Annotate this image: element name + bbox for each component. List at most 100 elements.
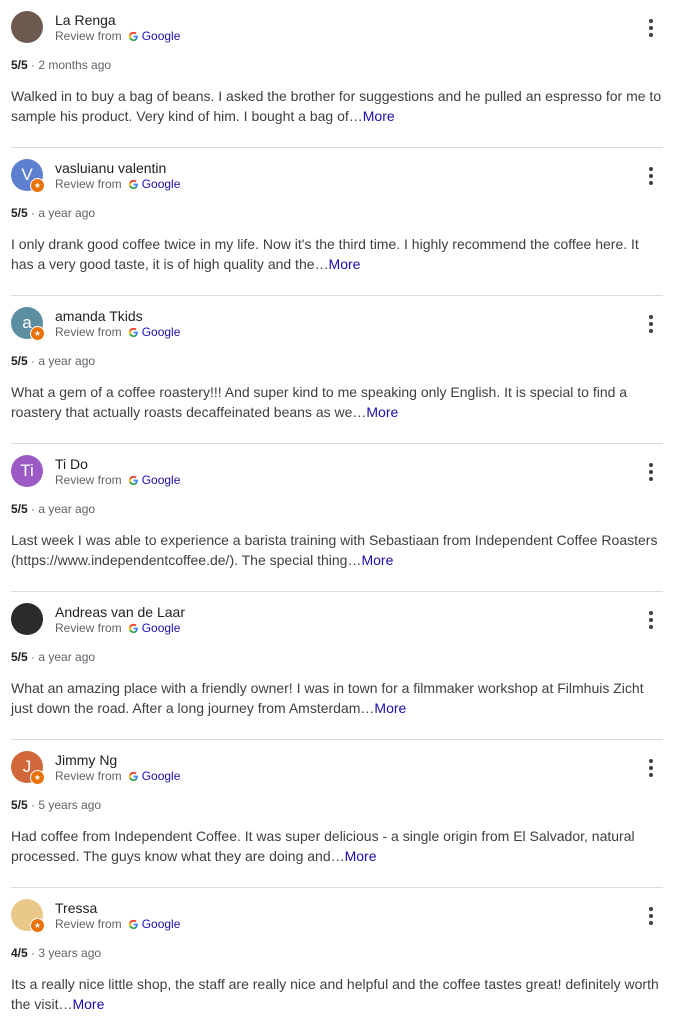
- local-guide-badge-icon: ★: [30, 918, 45, 933]
- review-source-brand[interactable]: Google: [142, 325, 181, 339]
- reviewer-name[interactable]: amanda Tkids: [55, 308, 143, 324]
- review-source-brand[interactable]: Google: [142, 29, 181, 43]
- review-source-label: Review from: [55, 325, 122, 339]
- more-options-icon[interactable]: [641, 17, 661, 39]
- review-card: Andreas van de Laar Review from Google 5/5 …: [11, 592, 663, 740]
- review-more-link[interactable]: More: [329, 256, 361, 272]
- review-source: Review from Google: [55, 621, 180, 635]
- more-options-icon[interactable]: [641, 757, 661, 779]
- meta-separator: ·: [27, 946, 39, 960]
- review-rating: 5/5: [11, 206, 28, 220]
- more-options-icon[interactable]: [641, 461, 661, 483]
- review-time: a year ago: [38, 354, 96, 368]
- review-source: Review from Google: [55, 917, 180, 931]
- reviewer-avatar[interactable]: ★: [11, 899, 45, 933]
- more-options-icon[interactable]: [641, 313, 661, 335]
- reviewer-avatar[interactable]: [11, 11, 43, 43]
- meta-separator: ·: [27, 502, 39, 516]
- review-source: Review from Google: [55, 769, 180, 783]
- reviewer-avatar[interactable]: V ★: [11, 159, 45, 193]
- review-text-body: What a gem of a coffee roastery!!! And s…: [11, 384, 628, 420]
- avatar-circle: [11, 603, 43, 635]
- reviewer-name[interactable]: Andreas van de Laar: [55, 604, 185, 620]
- review-time: a year ago: [38, 206, 96, 220]
- google-g-icon: [128, 31, 138, 41]
- review-more-link[interactable]: More: [366, 404, 398, 420]
- review-more-link[interactable]: More: [374, 700, 406, 716]
- avatar-circle: Ti: [11, 455, 43, 487]
- review-source-label: Review from: [55, 769, 122, 783]
- review-meta: 4/5 · 3 years ago: [11, 946, 101, 960]
- review-more-link[interactable]: More: [72, 996, 104, 1012]
- review-rating: 4/5: [11, 946, 28, 960]
- more-options-icon[interactable]: [641, 905, 661, 927]
- reviewer-avatar[interactable]: Ti: [11, 455, 43, 487]
- review-source-brand[interactable]: Google: [142, 177, 181, 191]
- review-source-label: Review from: [55, 621, 122, 635]
- review-rating: 5/5: [11, 650, 28, 664]
- review-text: I only drank good coffee twice in my lif…: [11, 234, 663, 274]
- review-source-brand[interactable]: Google: [142, 473, 181, 487]
- reviewer-name[interactable]: vasluianu valentin: [55, 160, 166, 176]
- google-g-icon: [128, 771, 138, 781]
- more-options-icon[interactable]: [641, 609, 661, 631]
- review-card: a ★ amanda Tkids Review from Google 5/5 · a y…: [11, 296, 663, 444]
- review-source-brand[interactable]: Google: [142, 769, 181, 783]
- review-rating: 5/5: [11, 354, 28, 368]
- review-card: La Renga Review from Google 5/5 · 2 months …: [11, 0, 663, 148]
- review-source: Review from Google: [55, 325, 180, 339]
- review-time: a year ago: [38, 650, 96, 664]
- meta-separator: ·: [27, 798, 39, 812]
- more-options-icon[interactable]: [641, 165, 661, 187]
- review-text: What an amazing place with a friendly ow…: [11, 678, 663, 718]
- review-meta: 5/5 · a year ago: [11, 502, 95, 516]
- review-rating: 5/5: [11, 502, 28, 516]
- google-g-icon: [128, 623, 138, 633]
- review-source-label: Review from: [55, 29, 122, 43]
- review-text-body: What an amazing place with a friendly ow…: [11, 680, 644, 716]
- review-more-link[interactable]: More: [363, 108, 395, 124]
- review-text-body: Its a really nice little shop, the staff…: [11, 976, 659, 1012]
- review-meta: 5/5 · 2 months ago: [11, 58, 111, 72]
- review-meta: 5/5 · a year ago: [11, 206, 95, 220]
- google-g-icon: [128, 919, 138, 929]
- local-guide-badge-icon: ★: [30, 178, 45, 193]
- review-text-body: I only drank good coffee twice in my lif…: [11, 236, 639, 272]
- review-more-link[interactable]: More: [361, 552, 393, 568]
- avatar-circle: [11, 11, 43, 43]
- reviewer-name[interactable]: Ti Do: [55, 456, 88, 472]
- review-source-brand[interactable]: Google: [142, 621, 181, 635]
- reviewer-name[interactable]: Jimmy Ng: [55, 752, 117, 768]
- review-text: Its a really nice little shop, the staff…: [11, 974, 663, 1014]
- meta-separator: ·: [27, 354, 39, 368]
- reviewer-avatar[interactable]: J ★: [11, 751, 45, 785]
- review-text: Last week I was able to experience a bar…: [11, 530, 663, 570]
- reviewer-avatar[interactable]: a ★: [11, 307, 45, 341]
- review-more-link[interactable]: More: [345, 848, 377, 864]
- review-card: ★ Tressa Review from Google 4/5 · 3 years ag…: [11, 888, 663, 1035]
- local-guide-badge-icon: ★: [30, 770, 45, 785]
- review-meta: 5/5 · 5 years ago: [11, 798, 101, 812]
- review-source: Review from Google: [55, 473, 180, 487]
- review-source: Review from Google: [55, 29, 180, 43]
- review-source-label: Review from: [55, 917, 122, 931]
- review-text: Walked in to buy a bag of beans. I asked…: [11, 86, 663, 126]
- review-time: 3 years ago: [38, 946, 102, 960]
- avatar-initial: Ti: [20, 461, 34, 480]
- review-source-brand[interactable]: Google: [142, 917, 181, 931]
- review-text-body: Had coffee from Independent Coffee. It w…: [11, 828, 635, 864]
- review-text-body: Walked in to buy a bag of beans. I asked…: [11, 88, 662, 124]
- review-rating: 5/5: [11, 798, 28, 812]
- google-g-icon: [128, 475, 138, 485]
- reviewer-name[interactable]: La Renga: [55, 12, 116, 28]
- review-text: Had coffee from Independent Coffee. It w…: [11, 826, 663, 866]
- review-source-label: Review from: [55, 473, 122, 487]
- reviewer-name[interactable]: Tressa: [55, 900, 97, 916]
- google-g-icon: [128, 327, 138, 337]
- review-meta: 5/5 · a year ago: [11, 650, 95, 664]
- review-source: Review from Google: [55, 177, 180, 191]
- review-meta: 5/5 · a year ago: [11, 354, 95, 368]
- review-card: J ★ Jimmy Ng Review from Google 5/5 · 5 years…: [11, 740, 663, 888]
- review-text-body: Last week I was able to experience a bar…: [11, 532, 658, 568]
- reviewer-avatar[interactable]: [11, 603, 43, 635]
